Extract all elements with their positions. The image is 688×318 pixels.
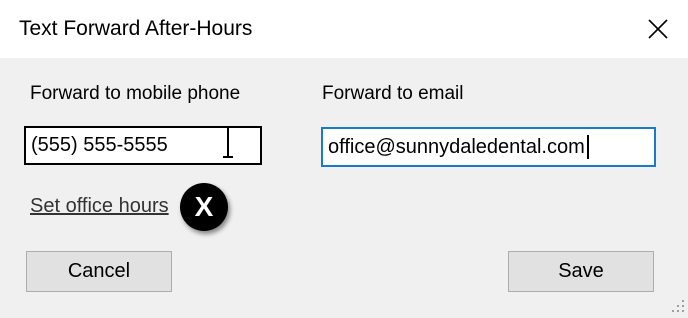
- mobile-phone-value: (555) 555-5555: [31, 134, 168, 156]
- ibeam-cursor-icon: [223, 126, 233, 158]
- close-icon: [648, 19, 668, 39]
- save-button[interactable]: Save: [508, 251, 654, 292]
- set-office-hours-link[interactable]: Set office hours: [30, 195, 169, 218]
- cancel-button[interactable]: Cancel: [26, 251, 172, 292]
- resize-grip-icon[interactable]: [672, 298, 686, 314]
- x-marker-badge: X: [180, 183, 228, 231]
- text-caret: [586, 135, 589, 159]
- email-value: office@sunnydaledental.com: [328, 135, 585, 158]
- email-label: Forward to email: [322, 83, 464, 104]
- title-bar: Text Forward After-Hours: [0, 0, 688, 58]
- window-title: Text Forward After-Hours: [19, 17, 253, 40]
- email-input[interactable]: office@sunnydaledental.com: [321, 127, 656, 167]
- mobile-phone-label: Forward to mobile phone: [30, 83, 241, 104]
- close-button[interactable]: [634, 8, 682, 50]
